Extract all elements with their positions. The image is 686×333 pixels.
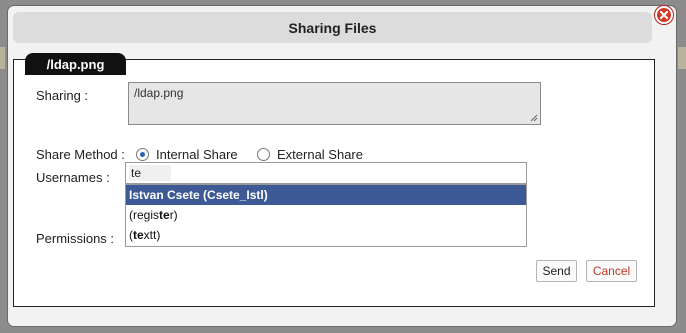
sharing-value: /ldap.png	[134, 86, 184, 100]
sharing-label: Sharing :	[36, 88, 89, 103]
close-button[interactable]	[655, 6, 673, 24]
internal-share-label[interactable]: Internal Share	[156, 147, 238, 162]
dialog-title: Sharing Files	[288, 19, 377, 36]
file-tab-label: /ldap.png	[46, 56, 105, 72]
backdrop-strip-right	[678, 47, 686, 69]
usernames-label: Usernames :	[36, 170, 110, 185]
close-icon	[660, 11, 668, 19]
sharing-textarea[interactable]: /ldap.png	[128, 82, 541, 125]
permissions-label: Permissions :	[36, 231, 115, 246]
share-method-label: Share Method :	[36, 147, 125, 162]
send-button[interactable]: Send	[536, 260, 577, 282]
usernames-input[interactable]: te	[125, 162, 527, 184]
dialog-titlebar: Sharing Files	[13, 12, 652, 43]
cancel-button[interactable]: Cancel	[586, 260, 637, 282]
username-suggestions: Istvan Csete (Csete_Istl) (register) (te…	[125, 184, 527, 247]
resize-grip-icon[interactable]	[530, 114, 538, 122]
external-share-radio[interactable]	[257, 148, 270, 161]
external-share-label[interactable]: External Share	[277, 147, 363, 162]
internal-share-radio[interactable]	[136, 148, 149, 161]
usernames-query[interactable]: te	[129, 165, 171, 181]
suggestion-item[interactable]: (register)	[126, 205, 526, 225]
suggestion-item[interactable]: Istvan Csete (Csete_Istl)	[126, 185, 526, 205]
backdrop-strip-left	[0, 47, 5, 69]
suggestion-item[interactable]: (textt)	[126, 225, 526, 245]
file-tab: /ldap.png	[25, 53, 126, 75]
